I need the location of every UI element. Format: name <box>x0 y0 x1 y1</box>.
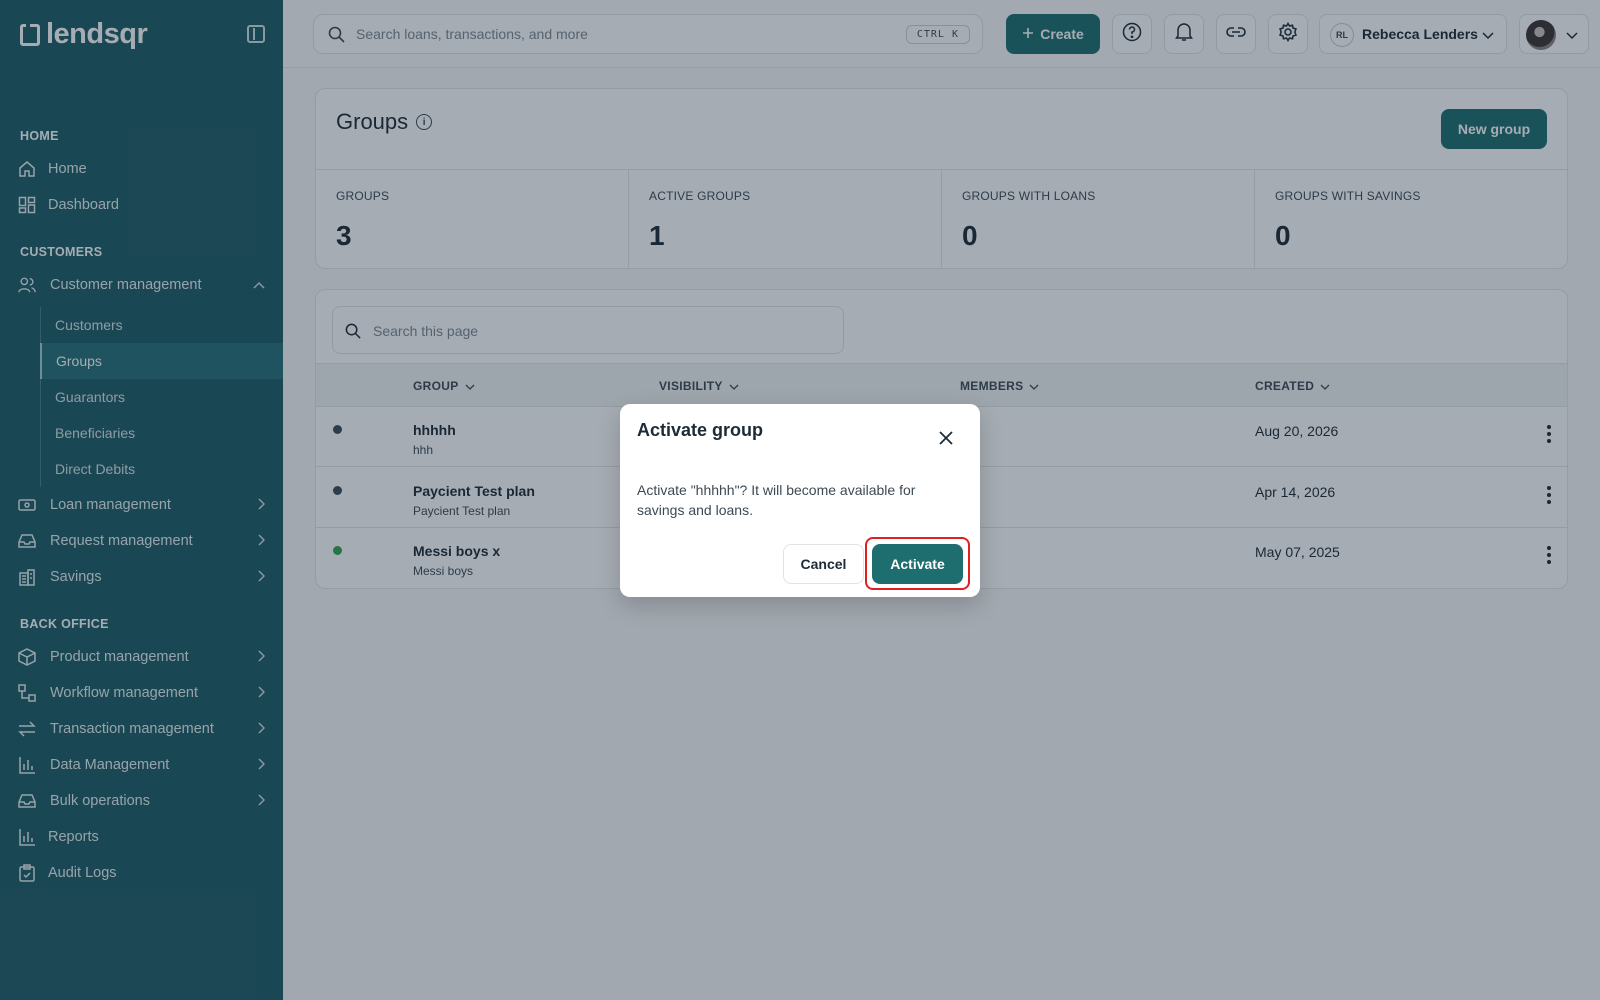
close-icon[interactable] <box>936 428 956 448</box>
activate-button-highlight: Activate <box>865 537 970 590</box>
cancel-button[interactable]: Cancel <box>783 544 864 584</box>
activate-button[interactable]: Activate <box>872 544 963 584</box>
dialog-message: Activate "hhhhh"? It will become availab… <box>637 482 916 518</box>
dialog-title: Activate group <box>637 420 764 440</box>
activate-group-dialog: Activate group Activate "hhhhh"? It will… <box>620 404 980 597</box>
